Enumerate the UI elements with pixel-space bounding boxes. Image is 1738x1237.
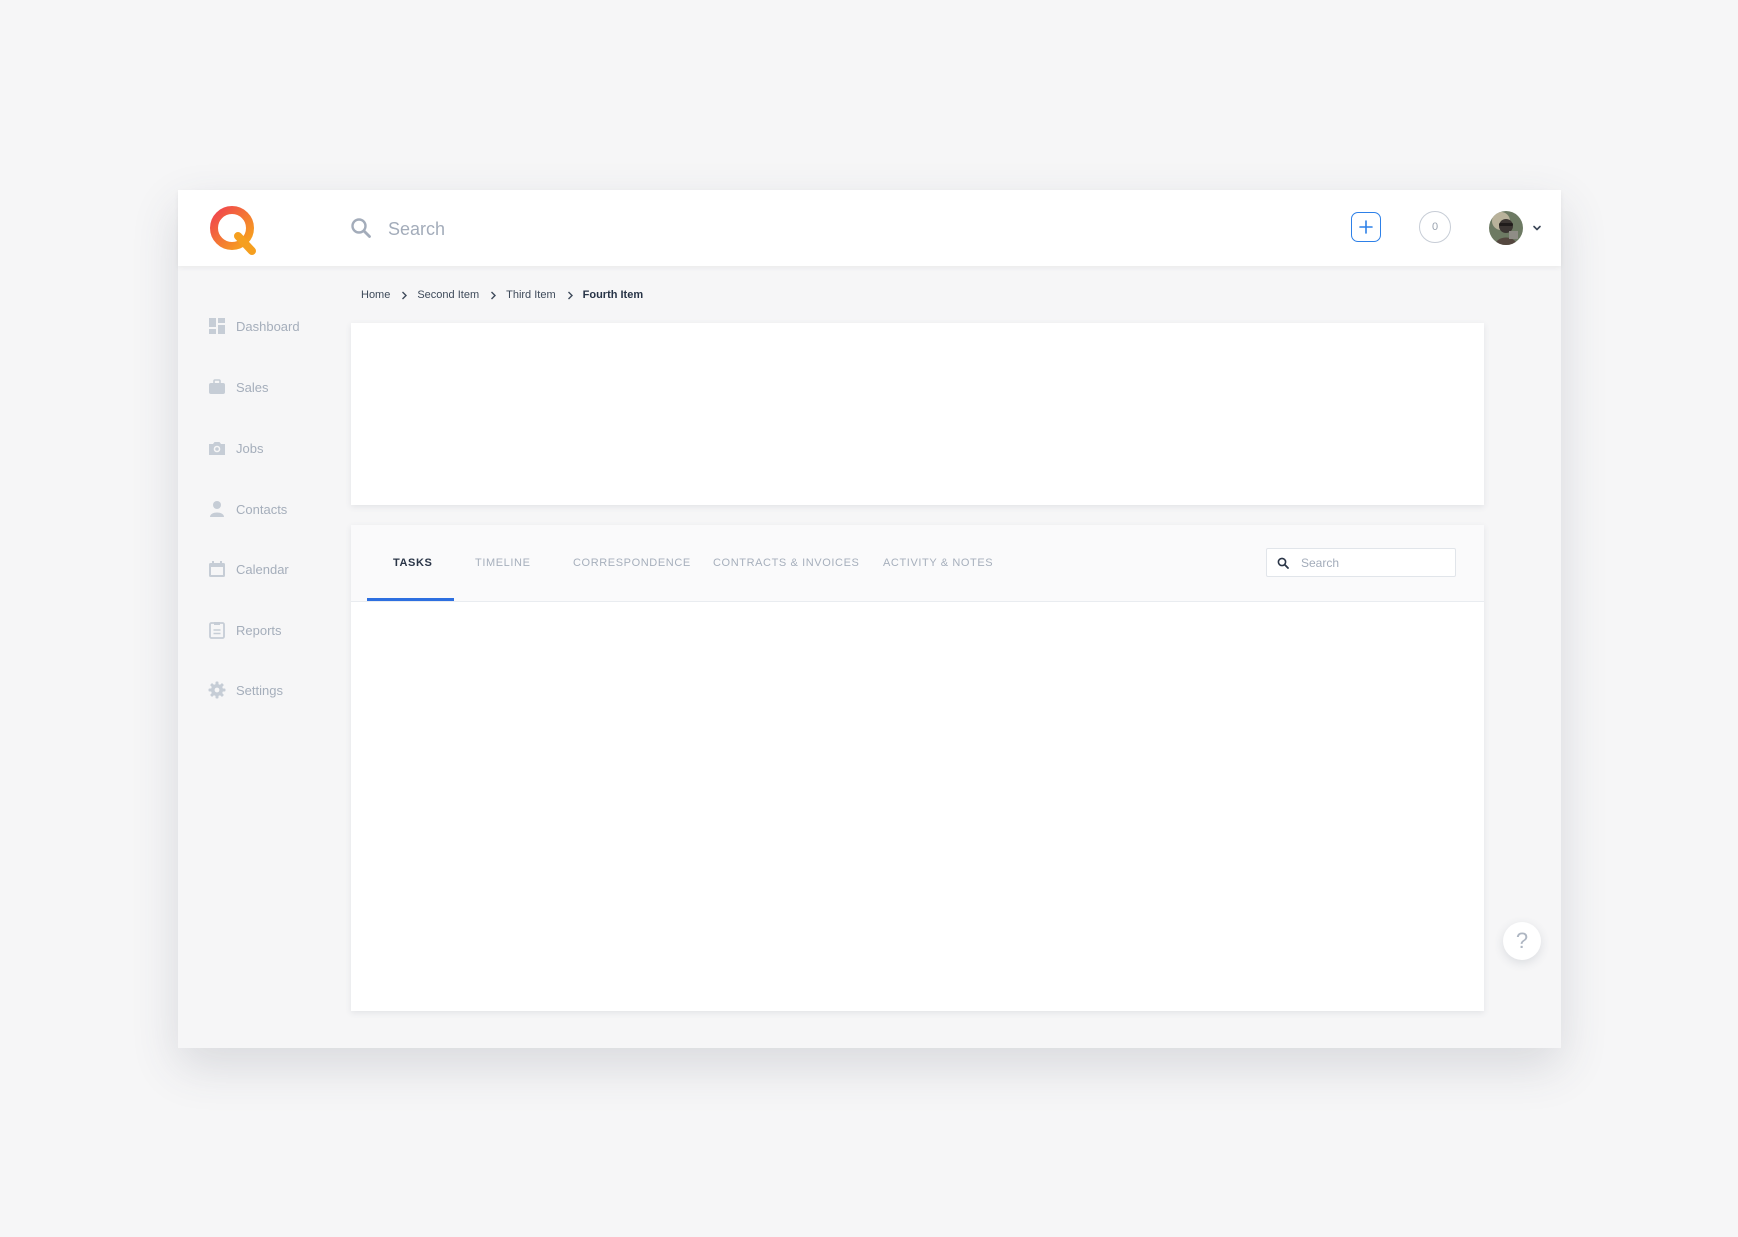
- add-button[interactable]: [1351, 212, 1381, 242]
- tabbed-panel: TASKS TIMELINE CORRESPONDENCE CONTRACTS …: [351, 525, 1484, 1011]
- q-logo-icon: [210, 206, 256, 255]
- sidebar-item-label: Calendar: [236, 561, 289, 577]
- top-bar: 0: [178, 190, 1561, 266]
- breadcrumb-item-current: Fourth Item: [582, 289, 644, 301]
- tab-search-input[interactable]: [1299, 554, 1453, 571]
- summary-card: [351, 323, 1484, 505]
- chevron-right-icon: [567, 291, 573, 299]
- camera-icon: [208, 439, 226, 457]
- logo[interactable]: [208, 204, 260, 256]
- clipboard-icon: [208, 621, 226, 639]
- tab-bar: TASKS TIMELINE CORRESPONDENCE CONTRACTS …: [351, 525, 1484, 602]
- sidebar-item-label: Jobs: [236, 440, 264, 456]
- sidebar-item-sales[interactable]: Sales: [208, 374, 269, 400]
- person-icon: [208, 500, 226, 518]
- help-button[interactable]: ?: [1503, 922, 1541, 960]
- sidebar: Dashboard Sales Jobs Contacts Calendar R…: [178, 266, 348, 1048]
- breadcrumb: Home Second Item Third Item Fourth Item: [361, 286, 643, 304]
- user-avatar-image: [1489, 211, 1523, 245]
- chevron-right-icon: [491, 291, 497, 299]
- breadcrumb-item-second[interactable]: Second Item: [417, 289, 479, 301]
- sidebar-item-label: Settings: [236, 682, 283, 698]
- calendar-icon: [208, 560, 226, 578]
- search-icon[interactable]: [350, 217, 372, 239]
- breadcrumb-item-third[interactable]: Third Item: [506, 289, 556, 301]
- plus-icon: [1359, 220, 1373, 234]
- sidebar-item-contacts[interactable]: Contacts: [208, 496, 287, 522]
- sidebar-item-settings[interactable]: Settings: [208, 677, 283, 703]
- sidebar-item-label: Contacts: [236, 501, 288, 517]
- chevron-right-icon: [402, 291, 408, 299]
- sidebar-item-jobs[interactable]: Jobs: [208, 435, 263, 461]
- app-window: 0: [178, 190, 1561, 1048]
- dashboard-icon: [208, 317, 226, 335]
- tab-search-box: [1266, 548, 1456, 577]
- sidebar-item-reports[interactable]: Reports: [208, 617, 282, 643]
- tab-timeline[interactable]: TIMELINE: [475, 525, 531, 601]
- chevron-down-icon[interactable]: [1531, 221, 1543, 233]
- tab-correspondence[interactable]: CORRESPONDENCE: [573, 525, 691, 601]
- sidebar-item-label: Dashboard: [236, 318, 300, 334]
- sidebar-item-label: Reports: [236, 622, 282, 638]
- gear-icon: [208, 681, 226, 699]
- active-tab-indicator: [367, 598, 454, 601]
- sidebar-item-label: Sales: [236, 379, 269, 395]
- breadcrumb-item-home[interactable]: Home: [361, 289, 390, 301]
- tab-activity-notes[interactable]: ACTIVITY & NOTES: [883, 525, 993, 601]
- tab-contracts-invoices[interactable]: CONTRACTS & INVOICES: [713, 525, 859, 601]
- global-search-input[interactable]: [386, 212, 890, 246]
- tab-tasks[interactable]: TASKS: [393, 525, 432, 601]
- sidebar-item-calendar[interactable]: Calendar: [208, 556, 289, 582]
- sidebar-item-dashboard[interactable]: Dashboard: [208, 313, 300, 339]
- briefcase-icon: [208, 378, 226, 396]
- search-icon[interactable]: [1277, 557, 1289, 569]
- notification-badge[interactable]: 0: [1419, 211, 1451, 243]
- avatar[interactable]: [1489, 211, 1523, 245]
